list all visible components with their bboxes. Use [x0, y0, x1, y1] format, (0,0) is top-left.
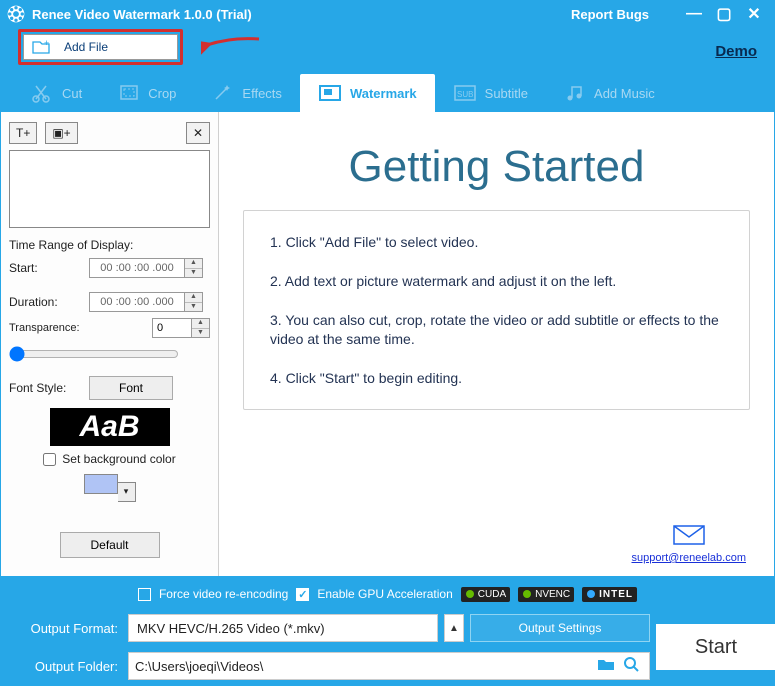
nvenc-badge: NVENC	[518, 587, 574, 602]
watermark-icon	[318, 83, 342, 103]
remove-watermark-button[interactable]: ✕	[186, 122, 210, 144]
output-format-value: MKV HEVC/H.265 Video (*.mkv)	[137, 621, 325, 636]
font-preview: AaB	[50, 408, 170, 446]
duration-label: Duration:	[9, 295, 89, 309]
titlebar: Renee Video Watermark 1.0.0 (Trial) Repo…	[0, 0, 775, 28]
tab-subtitle[interactable]: SUB Subtitle	[435, 74, 546, 112]
step-4: 4. Click "Start" to begin editing.	[270, 369, 723, 388]
tab-effects[interactable]: Effects	[194, 74, 300, 112]
output-format-dropdown-button[interactable]: ▲	[444, 614, 464, 642]
bg-color-dropdown[interactable]: ▾	[118, 482, 136, 502]
duration-spinner[interactable]: ▲▼	[185, 292, 203, 312]
wand-icon	[212, 83, 234, 103]
tab-watermark-label: Watermark	[350, 86, 417, 101]
font-style-label: Font Style:	[9, 381, 89, 395]
close-button[interactable]: ✕	[739, 4, 769, 24]
gpu-accel-checkbox[interactable]: ✓	[296, 588, 309, 601]
support-email-link[interactable]: support@reneelab.com	[631, 552, 746, 564]
set-background-color-checkbox[interactable]	[43, 453, 56, 466]
add-file-label: Add File	[64, 40, 108, 54]
add-file-highlight: + Add File	[18, 29, 183, 65]
step-2: 2. Add text or picture watermark and adj…	[270, 272, 723, 291]
output-format-label: Output Format:	[12, 621, 122, 636]
add-text-watermark-button[interactable]: T+	[9, 122, 37, 144]
tab-cut-label: Cut	[62, 86, 82, 101]
start-label: Start:	[9, 261, 89, 275]
output-settings-button[interactable]: Output Settings	[470, 614, 650, 642]
demo-link[interactable]: Demo	[715, 43, 757, 60]
step-3: 3. You can also cut, crop, rotate the vi…	[270, 311, 723, 349]
main-area: T+ ▣+ ✕ Time Range of Display: Start: ▲▼…	[0, 112, 775, 576]
guide-arrow-icon	[201, 35, 261, 60]
open-folder-icon[interactable]	[619, 656, 643, 677]
feature-tabs: Cut Crop Effects Watermark SUB Subtitle …	[0, 74, 775, 112]
watermark-list-box[interactable]	[9, 150, 210, 228]
font-button[interactable]: Font	[89, 376, 173, 400]
step-1: 1. Click "Add File" to select video.	[270, 233, 723, 252]
output-folder-label: Output Folder:	[12, 659, 122, 674]
tab-effects-label: Effects	[242, 86, 282, 101]
transparency-slider[interactable]	[9, 346, 179, 362]
crop-icon	[118, 83, 140, 103]
cuda-badge: CUDA	[461, 587, 510, 602]
tab-subtitle-label: Subtitle	[485, 86, 528, 101]
browse-folder-icon[interactable]	[593, 657, 619, 676]
minimize-button[interactable]: —	[679, 5, 709, 23]
window-title: Renee Video Watermark 1.0.0 (Trial)	[32, 7, 571, 22]
scissors-icon	[32, 83, 54, 103]
duration-input[interactable]	[89, 292, 185, 312]
app-logo-icon	[6, 4, 26, 24]
start-time-spinner[interactable]: ▲▼	[185, 258, 203, 278]
getting-started-heading: Getting Started	[243, 142, 750, 192]
start-button[interactable]: Start	[656, 624, 775, 670]
add-file-button[interactable]: + Add File	[23, 34, 178, 60]
tab-crop[interactable]: Crop	[100, 74, 194, 112]
mail-icon	[672, 524, 706, 546]
svg-text:+: +	[44, 39, 49, 48]
support-contact: support@reneelab.com	[631, 524, 746, 566]
maximize-button[interactable]: ▢	[709, 4, 739, 24]
toolbar: + Add File Demo	[0, 28, 775, 74]
tab-add-music[interactable]: Add Music	[546, 74, 673, 112]
svg-text:SUB: SUB	[457, 90, 473, 99]
transparency-input[interactable]	[152, 318, 192, 338]
folder-plus-icon: +	[32, 39, 50, 55]
default-button[interactable]: Default	[60, 532, 160, 558]
time-range-heading: Time Range of Display:	[9, 238, 210, 252]
set-background-color-label: Set background color	[62, 452, 175, 466]
add-image-watermark-button[interactable]: ▣+	[45, 122, 77, 144]
tab-addmusic-label: Add Music	[594, 86, 655, 101]
getting-started-card: 1. Click "Add File" to select video. 2. …	[243, 210, 750, 410]
footer-bar: Force video re-encoding ✓ Enable GPU Acc…	[0, 576, 775, 686]
output-folder-field[interactable]: C:\Users\joeqi\Videos\	[128, 652, 650, 680]
output-folder-value: C:\Users\joeqi\Videos\	[135, 659, 593, 674]
tab-crop-label: Crop	[148, 86, 176, 101]
tab-cut[interactable]: Cut	[14, 74, 100, 112]
content-pane: Getting Started 1. Click "Add File" to s…	[219, 112, 774, 576]
watermark-settings-panel: T+ ▣+ ✕ Time Range of Display: Start: ▲▼…	[1, 112, 219, 576]
transparency-spinner[interactable]: ▲▼	[192, 318, 210, 338]
music-icon	[564, 83, 586, 103]
bg-color-swatch[interactable]	[84, 474, 118, 494]
force-reencoding-checkbox[interactable]	[138, 588, 151, 601]
gpu-accel-label: Enable GPU Acceleration	[317, 587, 452, 601]
tab-watermark[interactable]: Watermark	[300, 74, 435, 112]
start-time-input[interactable]	[89, 258, 185, 278]
subtitle-icon: SUB	[453, 83, 477, 103]
intel-badge: INTEL	[582, 587, 637, 602]
output-format-select[interactable]: MKV HEVC/H.265 Video (*.mkv)	[128, 614, 438, 642]
transparency-label: Transparence:	[9, 322, 89, 334]
force-reencoding-label: Force video re-encoding	[159, 587, 288, 601]
report-bugs-link[interactable]: Report Bugs	[571, 7, 649, 22]
